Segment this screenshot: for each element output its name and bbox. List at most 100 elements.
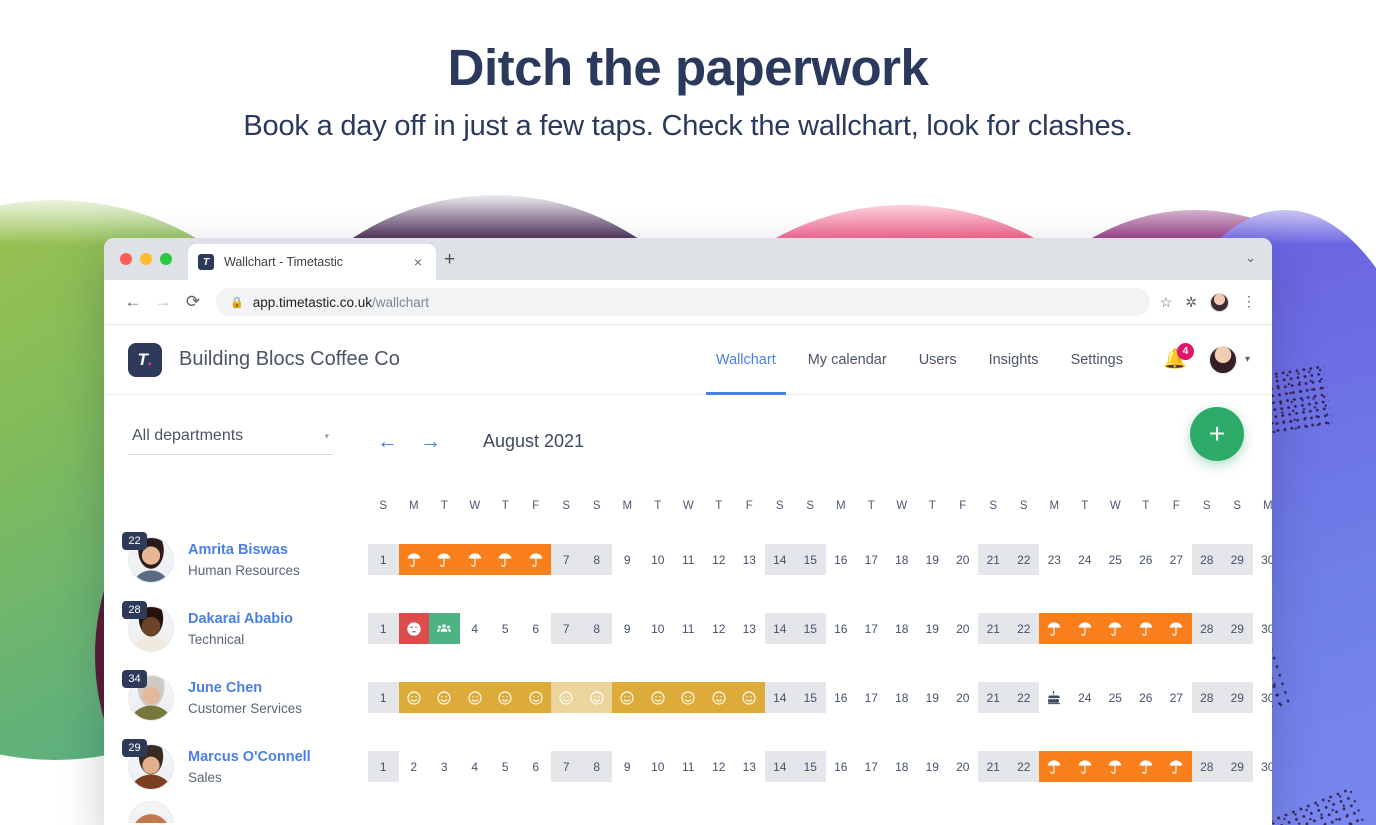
day-cell-4[interactable]: 4 bbox=[460, 751, 491, 782]
day-cell-20[interactable]: 20 bbox=[948, 751, 979, 782]
day-cell-15[interactable]: 15 bbox=[795, 751, 826, 782]
add-booking-button[interactable]: + bbox=[1190, 407, 1244, 461]
day-cell-16[interactable]: 16 bbox=[826, 751, 857, 782]
department-filter-select[interactable]: All departments ▾ bbox=[128, 427, 333, 455]
day-cell-22[interactable]: 22 bbox=[1008, 613, 1039, 644]
day-cell-13[interactable]: 13 bbox=[734, 544, 765, 575]
day-cell-25[interactable]: 25 bbox=[1100, 682, 1131, 713]
chevron-down-icon[interactable]: ⌄ bbox=[1245, 250, 1256, 266]
day-cell-19[interactable]: 19 bbox=[917, 751, 948, 782]
day-cell-2[interactable] bbox=[398, 682, 429, 713]
day-cell-29[interactable]: 29 bbox=[1222, 751, 1253, 782]
day-cell-12[interactable] bbox=[703, 682, 734, 713]
day-cell-27[interactable]: 27 bbox=[1161, 682, 1192, 713]
day-cell-13[interactable]: 13 bbox=[734, 613, 765, 644]
day-cell-3[interactable] bbox=[429, 544, 460, 575]
day-cell-20[interactable]: 20 bbox=[948, 613, 979, 644]
day-cell-19[interactable]: 19 bbox=[917, 682, 948, 713]
day-cell-2[interactable] bbox=[398, 544, 429, 575]
browser-menu-icon[interactable]: ⋮ bbox=[1242, 294, 1256, 308]
day-cell-25[interactable] bbox=[1100, 613, 1131, 644]
day-cell-21[interactable]: 21 bbox=[978, 613, 1009, 644]
day-cell-8[interactable]: 8 bbox=[581, 751, 612, 782]
browser-tab[interactable]: T Wallchart - Timetastic × bbox=[188, 244, 436, 280]
day-cell-29[interactable]: 29 bbox=[1222, 682, 1253, 713]
day-cell-12[interactable]: 12 bbox=[704, 544, 735, 575]
day-cell-14[interactable]: 14 bbox=[764, 544, 795, 575]
day-cell-23[interactable]: 23 bbox=[1039, 544, 1070, 575]
nav-item-users[interactable]: Users bbox=[919, 325, 957, 395]
day-cell-7[interactable]: 7 bbox=[551, 751, 582, 782]
day-cell-8[interactable] bbox=[581, 682, 612, 713]
day-cell-11[interactable] bbox=[673, 682, 704, 713]
nav-item-wallchart[interactable]: Wallchart bbox=[705, 325, 786, 395]
day-cell-26[interactable]: 26 bbox=[1131, 544, 1162, 575]
day-cell-1[interactable]: 1 bbox=[368, 613, 399, 644]
day-cell-27[interactable] bbox=[1161, 613, 1192, 644]
nav-item-insights[interactable]: Insights bbox=[989, 325, 1039, 395]
person-name[interactable]: Dakarai Ababio bbox=[188, 611, 293, 627]
day-cell-5[interactable] bbox=[490, 544, 521, 575]
day-cell-30[interactable]: 30 bbox=[1253, 682, 1272, 713]
person-name[interactable]: Amrita Biswas bbox=[188, 542, 300, 558]
day-cell-17[interactable]: 17 bbox=[856, 544, 887, 575]
day-cell-18[interactable]: 18 bbox=[887, 751, 918, 782]
day-cell-8[interactable]: 8 bbox=[581, 544, 612, 575]
day-cell-6[interactable]: 6 bbox=[521, 751, 552, 782]
day-cell-24[interactable] bbox=[1069, 751, 1100, 782]
day-cell-9[interactable] bbox=[612, 682, 643, 713]
day-cell-13[interactable] bbox=[734, 682, 765, 713]
day-cell-14[interactable]: 14 bbox=[764, 682, 795, 713]
day-cell-12[interactable]: 12 bbox=[704, 751, 735, 782]
day-cell-22[interactable]: 22 bbox=[1008, 544, 1039, 575]
minimize-window-button[interactable] bbox=[140, 253, 152, 265]
close-tab-icon[interactable]: × bbox=[410, 254, 426, 270]
day-cell-29[interactable]: 29 bbox=[1222, 613, 1253, 644]
day-cell-20[interactable]: 20 bbox=[948, 544, 979, 575]
day-cell-17[interactable]: 17 bbox=[856, 682, 887, 713]
previous-month-button[interactable]: ← bbox=[377, 431, 398, 452]
day-cell-10[interactable]: 10 bbox=[643, 544, 674, 575]
day-cell-11[interactable]: 11 bbox=[673, 613, 704, 644]
day-cell-27[interactable] bbox=[1161, 751, 1192, 782]
day-cell-10[interactable] bbox=[642, 682, 673, 713]
day-cell-2[interactable] bbox=[398, 613, 429, 644]
day-cell-7[interactable]: 7 bbox=[551, 544, 582, 575]
day-cell-24[interactable]: 24 bbox=[1070, 544, 1101, 575]
day-cell-9[interactable]: 9 bbox=[612, 751, 643, 782]
day-cell-18[interactable]: 18 bbox=[887, 613, 918, 644]
browser-profile-avatar[interactable] bbox=[1210, 292, 1229, 312]
day-cell-1[interactable]: 1 bbox=[368, 751, 399, 782]
day-cell-11[interactable]: 11 bbox=[673, 751, 704, 782]
day-cell-23[interactable] bbox=[1039, 613, 1070, 644]
day-cell-15[interactable]: 15 bbox=[795, 613, 826, 644]
day-cell-28[interactable]: 28 bbox=[1191, 751, 1222, 782]
nav-item-my-calendar[interactable]: My calendar bbox=[808, 325, 887, 395]
day-cell-27[interactable]: 27 bbox=[1161, 544, 1192, 575]
forward-icon[interactable]: → bbox=[148, 292, 178, 312]
day-cell-18[interactable]: 18 bbox=[887, 544, 918, 575]
day-cell-28[interactable]: 28 bbox=[1191, 613, 1222, 644]
day-cell-21[interactable]: 21 bbox=[978, 544, 1009, 575]
day-cell-19[interactable]: 19 bbox=[917, 613, 948, 644]
day-cell-16[interactable]: 16 bbox=[826, 544, 857, 575]
day-cell-23[interactable] bbox=[1039, 751, 1070, 782]
person-name[interactable]: Marcus O'Connell bbox=[188, 749, 311, 765]
day-cell-9[interactable]: 9 bbox=[612, 613, 643, 644]
close-window-button[interactable] bbox=[120, 253, 132, 265]
avatar[interactable] bbox=[128, 801, 174, 823]
day-cell-7[interactable]: 7 bbox=[551, 613, 582, 644]
notifications-button[interactable]: 🔔 4 bbox=[1163, 342, 1194, 373]
day-cell-3[interactable]: 3 bbox=[429, 751, 460, 782]
day-cell-22[interactable]: 22 bbox=[1008, 682, 1039, 713]
day-cell-21[interactable]: 21 bbox=[978, 682, 1009, 713]
back-icon[interactable]: ← bbox=[118, 292, 148, 312]
day-cell-16[interactable]: 16 bbox=[826, 613, 857, 644]
day-cell-26[interactable]: 26 bbox=[1131, 682, 1162, 713]
day-cell-3[interactable] bbox=[429, 613, 460, 644]
day-cell-1[interactable]: 1 bbox=[368, 544, 399, 575]
day-cell-10[interactable]: 10 bbox=[643, 751, 674, 782]
day-cell-18[interactable]: 18 bbox=[887, 682, 918, 713]
day-cell-14[interactable]: 14 bbox=[764, 613, 795, 644]
next-month-button[interactable]: → bbox=[420, 431, 441, 452]
